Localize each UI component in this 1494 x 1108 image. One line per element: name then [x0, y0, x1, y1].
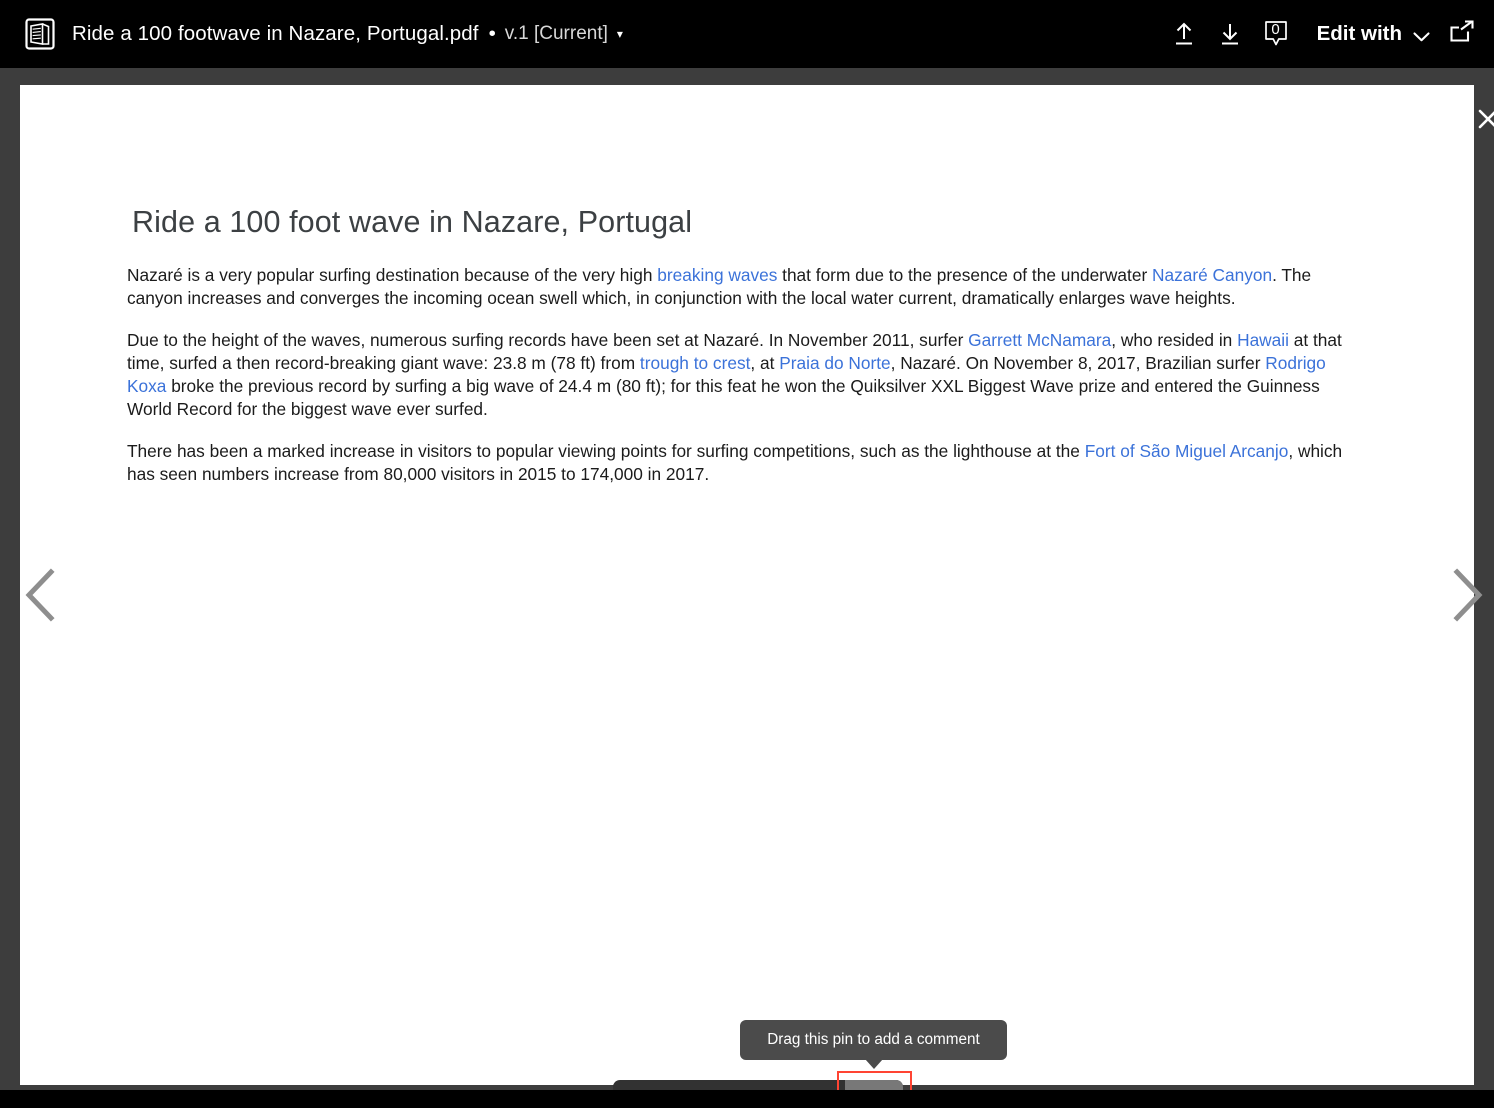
fullscreen-button[interactable]	[729, 1080, 787, 1090]
chevron-left-icon	[13, 560, 69, 630]
window-bottom-strip	[0, 1090, 1494, 1108]
previous-page-button[interactable]	[13, 560, 69, 630]
document-link[interactable]: trough to crest	[640, 353, 750, 373]
document-viewer: Ride a 100 foot wave in Nazare, Portugal…	[0, 68, 1494, 1090]
document-text: , at	[750, 352, 780, 373]
viewer-bottom-toolbar	[613, 1080, 903, 1090]
document-link[interactable]: breaking waves	[657, 265, 777, 285]
document-paragraph: Due to the height of the waves, numerous…	[127, 329, 1364, 422]
document-link[interactable]: Nazaré Canyon	[1152, 265, 1272, 285]
version-label: v.1 [Current]	[504, 23, 608, 44]
presentation-button[interactable]	[787, 1080, 845, 1090]
document-link[interactable]: Praia do Norte	[779, 353, 890, 373]
comment-pin-icon: 0	[1261, 18, 1291, 50]
document-text: Due to the height of the waves, numerous…	[127, 329, 969, 350]
document-paragraph: Nazaré is a very popular surfing destina…	[127, 264, 1364, 311]
chevron-down-icon: ▾	[616, 27, 623, 41]
tooltip: Drag this pin to add a comment	[740, 1020, 1007, 1069]
edit-with-button[interactable]: Edit with	[1299, 12, 1436, 56]
document-paragraphs: Nazaré is a very popular surfing destina…	[127, 264, 1364, 486]
title-separator-dot: •	[488, 22, 496, 45]
chevron-right-icon	[1439, 560, 1494, 630]
document-title: Ride a 100 footwave in Nazare, Portugal.…	[72, 22, 479, 45]
comment-count-button[interactable]: 0	[1253, 12, 1299, 56]
document-text: There has been a marked increase in visi…	[127, 440, 1085, 461]
add-comment-pin-button[interactable]	[845, 1080, 903, 1090]
upload-button[interactable]	[1161, 12, 1207, 56]
zoom-in-button[interactable]	[671, 1080, 729, 1090]
top-toolbar-left: Ride a 100 footwave in Nazare, Portugal.…	[0, 17, 1161, 51]
page-title: Ride a 100 foot wave in Nazare, Portugal	[132, 205, 693, 239]
comment-count-badge: 0	[1271, 21, 1280, 38]
document-text: , Nazaré. On November 8, 2017, Brazilian…	[890, 352, 1266, 373]
app-window: Ride a 100 footwave in Nazare, Portugal.…	[0, 0, 1494, 1108]
share-export-icon	[1448, 19, 1476, 50]
tooltip-text: Drag this pin to add a comment	[767, 1031, 980, 1048]
download-icon	[1218, 21, 1242, 47]
document-link[interactable]: Garrett McNamara	[968, 330, 1111, 350]
top-toolbar: Ride a 100 footwave in Nazare, Portugal.…	[0, 0, 1494, 68]
document-pages-icon	[24, 17, 56, 51]
close-icon	[1475, 106, 1494, 132]
tooltip-arrow	[864, 1059, 883, 1069]
share-button[interactable]	[1442, 12, 1482, 56]
close-button[interactable]	[1475, 106, 1494, 132]
zoom-out-button[interactable]	[613, 1080, 671, 1090]
next-page-button[interactable]	[1439, 560, 1494, 630]
document-link[interactable]: Fort of São Miguel Arcanjo	[1085, 441, 1289, 461]
edit-with-label: Edit with	[1316, 22, 1402, 45]
document-page: Ride a 100 foot wave in Nazare, Portugal…	[20, 85, 1474, 1085]
chevron-down-icon	[1413, 29, 1430, 42]
download-button[interactable]	[1207, 12, 1253, 56]
top-toolbar-right: 0 Edit with	[1161, 12, 1494, 56]
upload-icon	[1172, 21, 1196, 47]
document-paragraph: There has been a marked increase in visi…	[127, 440, 1364, 487]
document-text: that form due to the presence of the und…	[777, 265, 1152, 285]
document-text: Nazaré is a very popular surfing destina…	[127, 265, 658, 285]
document-link[interactable]: Hawaii	[1237, 330, 1289, 350]
version-dropdown[interactable]: v.1 [Current] ▾	[505, 23, 623, 45]
document-text: broke the previous record by surfing a b…	[127, 376, 1320, 420]
document-text: , who resided in	[1111, 329, 1238, 350]
document-content: Ride a 100 foot wave in Nazare, Portugal…	[127, 205, 1364, 486]
